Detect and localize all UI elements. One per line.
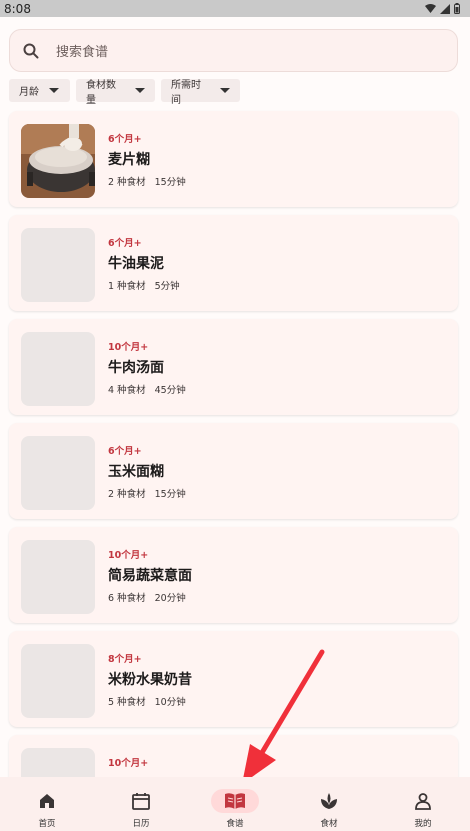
recipe-ingredients: 5 种食材 [108,697,146,708]
wifi-icon [425,4,436,13]
recipe-age: 10个月+ [108,342,149,353]
search-placeholder: 搜索食谱 [56,45,109,60]
recipe-card[interactable]: 8个月+ 米粉水果奶昔 5 种食材 10分钟 [9,631,458,727]
recipe-thumbnail-oatmeal [21,124,95,198]
recipe-time: 5分钟 [154,281,180,292]
filter-bar: 月龄 食材数量 所需时间 [9,79,240,106]
nav-profile-label: 我的 [414,819,432,829]
recipe-thumbnail-placeholder [21,332,95,406]
recipe-time: 15分钟 [154,489,186,500]
recipe-name: 简易蔬菜意面 [108,568,192,584]
filter-ingredient-count-dropdown[interactable]: 食材数量 [76,79,155,106]
status-bar: 8:08 [0,0,470,17]
recipe-time: 20分钟 [154,593,186,604]
status-icons [425,3,460,14]
filter-age-label: 月龄 [19,87,39,98]
nav-active-pill [211,789,259,813]
recipe-name: 牛油果泥 [108,256,164,272]
calendar-icon [132,793,150,810]
recipe-age: 6个月+ [108,238,142,249]
bottom-navigation: 首页 日历 食谱 食材 我的 [0,777,470,831]
filter-age-dropdown[interactable]: 月龄 [9,79,70,102]
recipe-age: 8个月+ [108,654,142,665]
recipe-ingredients: 2 种食材 [108,489,146,500]
caret-down-icon [49,88,59,93]
recipe-age: 10个月+ [108,758,149,769]
recipe-meta: 2 种食材 15分钟 [108,486,186,500]
recipe-name: 玉米面糊 [108,464,164,480]
home-icon [40,794,54,808]
recipe-ingredients: 2 种食材 [108,177,146,188]
recipe-card[interactable]: 10个月+ 牛肉汤面 4 种食材 45分钟 [9,319,458,415]
recipe-time: 10分钟 [154,697,186,708]
recipe-thumbnail-placeholder [21,228,95,302]
recipe-card[interactable]: 10个月+ 简易蔬菜意面 6 种食材 20分钟 [9,527,458,623]
recipe-thumbnail-placeholder [21,540,95,614]
book-icon [225,793,245,809]
nav-home[interactable]: 首页 [0,777,94,831]
recipe-ingredients: 6 种食材 [108,593,146,604]
nav-ingredients[interactable]: 食材 [282,777,376,831]
recipe-thumbnail-placeholder [21,436,95,510]
recipe-time: 15分钟 [154,177,186,188]
recipe-age: 6个月+ [108,446,142,457]
recipe-ingredients: 1 种食材 [108,281,146,292]
caret-down-icon [135,88,145,93]
search-icon [23,43,39,58]
nav-recipes[interactable]: 食谱 [188,777,282,831]
recipe-age: 6个月+ [108,134,142,145]
recipe-name: 牛肉汤面 [108,360,164,376]
nav-profile[interactable]: 我的 [376,777,470,831]
recipe-name: 麦片糊 [108,152,150,168]
recipe-meta: 5 种食材 10分钟 [108,694,186,708]
nav-calendar[interactable]: 日历 [94,777,188,831]
sprout-icon [321,793,337,809]
caret-down-icon [220,88,230,93]
filter-ingredient-count-label: 食材数量 [86,79,116,106]
recipe-meta: 6 种食材 20分钟 [108,590,186,604]
status-time: 8:08 [4,1,31,16]
nav-home-label: 首页 [38,819,56,829]
person-icon [415,793,431,810]
recipe-age: 10个月+ [108,550,149,561]
filter-time-dropdown[interactable]: 所需时间 [161,79,240,106]
recipe-meta: 2 种食材 15分钟 [108,174,186,188]
recipe-meta: 4 种食材 45分钟 [108,382,186,396]
recipe-card[interactable]: 6个月+ 玉米面糊 2 种食材 15分钟 [9,423,458,519]
recipe-name: 米粉水果奶昔 [108,672,192,688]
nav-ingredients-label: 食材 [320,819,338,829]
oatmeal-image [21,124,95,198]
battery-icon [454,3,460,14]
filter-time-label: 所需时间 [171,79,201,106]
recipe-ingredients: 4 种食材 [108,385,146,396]
recipe-thumbnail-placeholder [21,644,95,718]
nav-recipes-label: 食谱 [226,819,244,829]
recipe-card[interactable]: 6个月+ 麦片糊 2 种食材 15分钟 [9,111,458,207]
recipe-time: 45分钟 [154,385,186,396]
recipe-card[interactable]: 6个月+ 牛油果泥 1 种食材 5分钟 [9,215,458,311]
search-input[interactable]: 搜索食谱 [9,29,458,72]
recipe-meta: 1 种食材 5分钟 [108,278,180,292]
nav-calendar-label: 日历 [132,819,150,829]
signal-icon [440,3,450,14]
